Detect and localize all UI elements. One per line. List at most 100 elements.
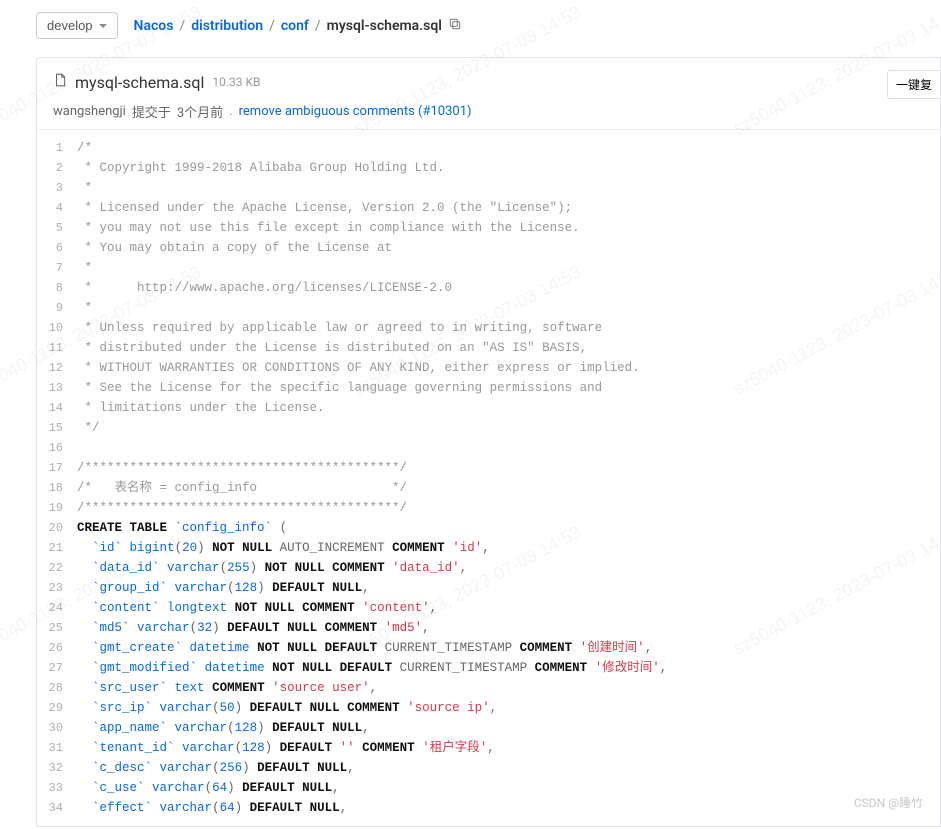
code-line: 10 * Unless required by applicable law o… bbox=[37, 318, 940, 338]
code-line: 5 * you may not use this file except in … bbox=[37, 218, 940, 238]
line-content: * you may not use this file except in co… bbox=[77, 218, 940, 238]
line-content: /* bbox=[77, 138, 940, 158]
line-number: 16 bbox=[37, 438, 77, 458]
branch-selector[interactable]: develop bbox=[36, 12, 118, 39]
breadcrumb-sep: / bbox=[269, 18, 275, 34]
line-number: 18 bbox=[37, 478, 77, 498]
commit-sep: . bbox=[229, 104, 232, 119]
line-number: 15 bbox=[37, 418, 77, 438]
code-line: 15 */ bbox=[37, 418, 940, 438]
line-number: 21 bbox=[37, 538, 77, 558]
breadcrumb-sep: / bbox=[315, 18, 321, 34]
file-icon bbox=[53, 72, 67, 92]
line-number: 7 bbox=[37, 258, 77, 278]
line-content: `src_ip` varchar(50) DEFAULT NULL COMMEN… bbox=[77, 698, 940, 718]
topbar: develop Nacos / distribution / conf / my… bbox=[0, 0, 941, 51]
line-content: * See the License for the specific langu… bbox=[77, 378, 940, 398]
line-number: 9 bbox=[37, 298, 77, 318]
line-content: `id` bigint(20) NOT NULL AUTO_INCREMENT … bbox=[77, 538, 940, 558]
code-line: 2 * Copyright 1999-2018 Alibaba Group Ho… bbox=[37, 158, 940, 178]
file-title-row: mysql-schema.sql 10.33 KB bbox=[53, 72, 924, 92]
line-number: 3 bbox=[37, 178, 77, 198]
one-click-copy-button[interactable]: 一键复 bbox=[887, 70, 940, 99]
code-line: 33 `c_use` varchar(64) DEFAULT NULL, bbox=[37, 778, 940, 798]
code-line: 20CREATE TABLE `config_info` ( bbox=[37, 518, 940, 538]
line-content: `group_id` varchar(128) DEFAULT NULL, bbox=[77, 578, 940, 598]
code-line: 32 `c_desc` varchar(256) DEFAULT NULL, bbox=[37, 758, 940, 778]
commit-message-link[interactable]: remove ambiguous comments (#10301) bbox=[239, 104, 472, 119]
code-line: 1/* bbox=[37, 138, 940, 158]
line-number: 28 bbox=[37, 678, 77, 698]
code-line: 9 * bbox=[37, 298, 940, 318]
line-number: 1 bbox=[37, 138, 77, 158]
line-number: 32 bbox=[37, 758, 77, 778]
line-content: `gmt_create` datetime NOT NULL DEFAULT C… bbox=[77, 638, 940, 658]
breadcrumb-part-0[interactable]: Nacos bbox=[134, 18, 174, 34]
code-line: 27 `gmt_modified` datetime NOT NULL DEFA… bbox=[37, 658, 940, 678]
code-line: 13 * See the License for the specific la… bbox=[37, 378, 940, 398]
branch-label: develop bbox=[47, 18, 93, 33]
line-number: 4 bbox=[37, 198, 77, 218]
line-content: `content` longtext NOT NULL COMMENT 'con… bbox=[77, 598, 940, 618]
line-content: /***************************************… bbox=[77, 498, 940, 518]
line-content: `md5` varchar(32) DEFAULT NULL COMMENT '… bbox=[77, 618, 940, 638]
code-line: 22 `data_id` varchar(255) NOT NULL COMME… bbox=[37, 558, 940, 578]
line-number: 6 bbox=[37, 238, 77, 258]
line-number: 14 bbox=[37, 398, 77, 418]
line-content: */ bbox=[77, 418, 940, 438]
line-number: 23 bbox=[37, 578, 77, 598]
code-line: 30 `app_name` varchar(128) DEFAULT NULL, bbox=[37, 718, 940, 738]
code-line: 4 * Licensed under the Apache License, V… bbox=[37, 198, 940, 218]
copy-path-icon[interactable] bbox=[448, 17, 462, 35]
line-number: 11 bbox=[37, 338, 77, 358]
breadcrumb-part-2[interactable]: conf bbox=[281, 18, 309, 34]
code-line: 3 * bbox=[37, 178, 940, 198]
line-number: 10 bbox=[37, 318, 77, 338]
line-content: * Licensed under the Apache License, Ver… bbox=[77, 198, 940, 218]
commit-row: wangshengji 提交于 3个月前 . remove ambiguous … bbox=[53, 102, 924, 121]
chevron-down-icon bbox=[99, 24, 107, 28]
breadcrumb: Nacos / distribution / conf / mysql-sche… bbox=[134, 17, 462, 35]
code-line: 34 `effect` varchar(64) DEFAULT NULL, bbox=[37, 798, 940, 818]
line-content: * bbox=[77, 298, 940, 318]
file-name: mysql-schema.sql bbox=[75, 73, 204, 92]
code-area: 1/*2 * Copyright 1999-2018 Alibaba Group… bbox=[37, 130, 940, 826]
line-content bbox=[77, 438, 940, 458]
breadcrumb-sep: / bbox=[179, 18, 185, 34]
line-content: * WITHOUT WARRANTIES OR CONDITIONS OF AN… bbox=[77, 358, 940, 378]
line-content: /***************************************… bbox=[77, 458, 940, 478]
line-number: 2 bbox=[37, 158, 77, 178]
code-line: 7 * bbox=[37, 258, 940, 278]
line-number: 29 bbox=[37, 698, 77, 718]
line-number: 33 bbox=[37, 778, 77, 798]
line-content: `c_use` varchar(64) DEFAULT NULL, bbox=[77, 778, 940, 798]
line-content: `data_id` varchar(255) NOT NULL COMMENT … bbox=[77, 558, 940, 578]
line-content: * distributed under the License is distr… bbox=[77, 338, 940, 358]
code-line: 6 * You may obtain a copy of the License… bbox=[37, 238, 940, 258]
file-card: mysql-schema.sql 10.33 KB wangshengji 提交… bbox=[36, 57, 941, 827]
commit-rel-time: 3个月前 bbox=[177, 102, 223, 121]
line-content: * Copyright 1999-2018 Alibaba Group Hold… bbox=[77, 158, 940, 178]
line-number: 25 bbox=[37, 618, 77, 638]
line-number: 12 bbox=[37, 358, 77, 378]
line-content: `c_desc` varchar(256) DEFAULT NULL, bbox=[77, 758, 940, 778]
breadcrumb-part-1[interactable]: distribution bbox=[191, 18, 263, 34]
code-line: 24 `content` longtext NOT NULL COMMENT '… bbox=[37, 598, 940, 618]
line-content: * You may obtain a copy of the License a… bbox=[77, 238, 940, 258]
code-line: 16 bbox=[37, 438, 940, 458]
code-line: 23 `group_id` varchar(128) DEFAULT NULL, bbox=[37, 578, 940, 598]
line-content: * limitations under the License. bbox=[77, 398, 940, 418]
line-number: 13 bbox=[37, 378, 77, 398]
line-number: 27 bbox=[37, 658, 77, 678]
code-line: 19/*************************************… bbox=[37, 498, 940, 518]
code-line: 26 `gmt_create` datetime NOT NULL DEFAUL… bbox=[37, 638, 940, 658]
code-line: 21 `id` bigint(20) NOT NULL AUTO_INCREME… bbox=[37, 538, 940, 558]
line-number: 30 bbox=[37, 718, 77, 738]
code-line: 31 `tenant_id` varchar(128) DEFAULT '' C… bbox=[37, 738, 940, 758]
line-content: CREATE TABLE `config_info` ( bbox=[77, 518, 940, 538]
line-number: 24 bbox=[37, 598, 77, 618]
code-line: 14 * limitations under the License. bbox=[37, 398, 940, 418]
code-line: 28 `src_user` text COMMENT 'source user'… bbox=[37, 678, 940, 698]
code-line: 11 * distributed under the License is di… bbox=[37, 338, 940, 358]
line-content: * bbox=[77, 178, 940, 198]
